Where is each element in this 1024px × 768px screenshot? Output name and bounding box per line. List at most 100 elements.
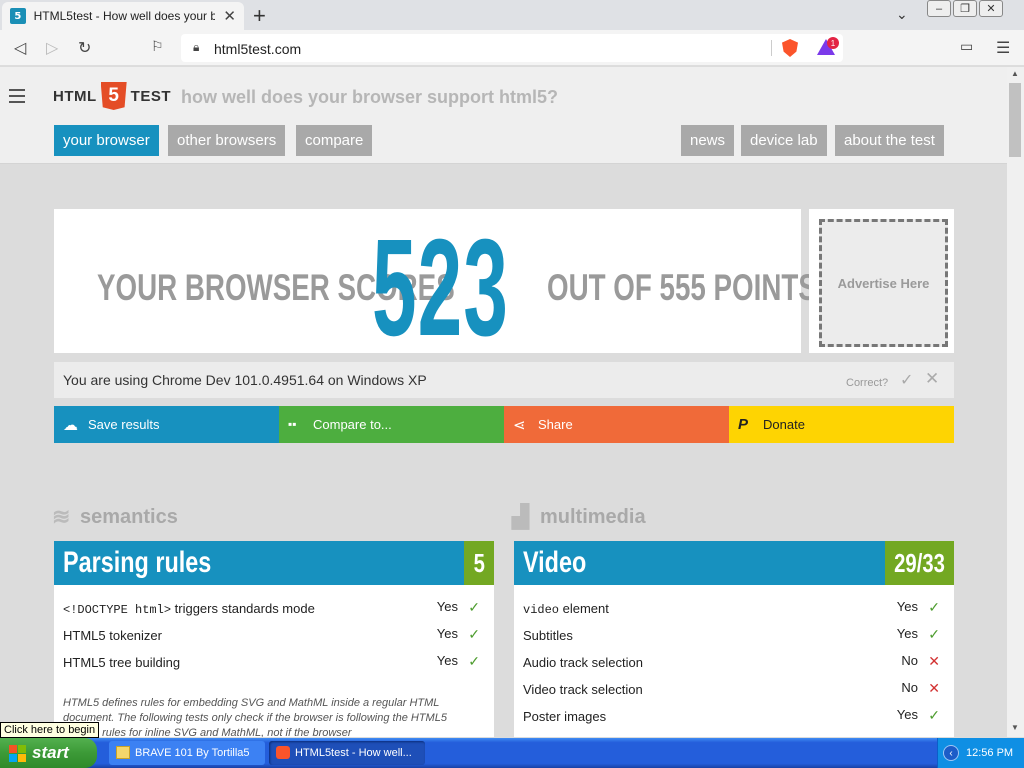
advertise-link[interactable]: Advertise Here	[819, 219, 948, 347]
score-value: 523	[372, 211, 510, 365]
brave-shields-icon[interactable]	[782, 39, 798, 57]
category-semantics: ≋ semantics	[52, 505, 178, 529]
test-result: Yes	[896, 707, 918, 722]
test-label: Subtitles	[523, 628, 573, 643]
page-scrollbar[interactable]: ▲ ▼	[1007, 67, 1024, 737]
tray-expand-icon[interactable]: ‹	[943, 745, 959, 761]
test-label: Poster images	[523, 709, 607, 724]
grid-icon: ▪▪	[288, 417, 297, 431]
nav-your-browser[interactable]: your browser	[54, 125, 159, 156]
minimize-icon[interactable]: –	[927, 0, 951, 17]
address-bar[interactable]: 🔒︎ html5test.com 1	[181, 34, 843, 62]
cloud-upload-icon: ☁	[63, 417, 78, 434]
browser-toolbar: ◁ ▷ ↻ ⚐ 🔒︎ html5test.com 1 ▭ ☰	[0, 30, 1024, 66]
new-tab-icon[interactable]: +	[253, 3, 266, 29]
divider	[771, 40, 772, 56]
test-label: Video track selection	[523, 682, 643, 697]
start-button[interactable]: start	[0, 738, 97, 768]
tab-strip: 5 HTML5test - How well does your browser…	[0, 0, 1024, 30]
section-note: HTML5 defines rules for embedding SVG an…	[63, 697, 447, 737]
test-result: Yes	[436, 599, 458, 614]
page-viewport: HTML 5 TEST how well does your browser s…	[0, 67, 1007, 737]
cross-icon: ✕	[928, 680, 940, 696]
test-label: HTML5 tree building	[63, 655, 181, 670]
taskbar-item-label: HTML5test - How well...	[295, 747, 412, 759]
rewards-badge: 1	[827, 37, 839, 49]
nav-other-browsers[interactable]: other browsers	[168, 125, 286, 156]
bookmark-icon[interactable]: ⚐	[151, 38, 164, 55]
donate-button[interactable]: P Donate	[729, 406, 954, 443]
forward-icon[interactable]: ▷	[46, 38, 58, 58]
hamburger-menu-icon[interactable]	[9, 89, 25, 107]
test-result: Yes	[436, 626, 458, 641]
site-logo[interactable]: HTML 5 TEST	[53, 82, 171, 110]
user-agent-text: You are using Chrome Dev 101.0.4951.64 o…	[63, 372, 427, 388]
restore-icon[interactable]: ❐	[953, 0, 977, 17]
clock: 12:56 PM	[966, 747, 1014, 759]
test-result: Yes	[896, 599, 918, 614]
confirm-check-icon[interactable]: ✓	[900, 370, 913, 390]
taskbar-item-browser[interactable]: HTML5test - How well...	[269, 741, 425, 765]
window-controls: – ❐ ✕	[927, 0, 1003, 17]
start-tooltip: Click here to begin	[0, 722, 100, 738]
browser-tab[interactable]: 5 HTML5test - How well does your browser…	[2, 2, 244, 30]
test-label: <!DOCTYPE html> triggers standards mode	[63, 601, 315, 617]
system-tray: ‹ 12:56 PM	[937, 738, 1024, 768]
score-suffix: OUT OF 555 POINTS	[547, 267, 817, 308]
site-header: HTML 5 TEST how well does your browser s…	[0, 67, 1007, 164]
scroll-down-icon[interactable]: ▼	[1011, 723, 1019, 732]
ad-panel: Advertise Here	[809, 209, 954, 353]
test-row: <!DOCTYPE html> triggers standards mode …	[54, 595, 494, 622]
test-row: Poster images Yes ✓	[514, 703, 954, 730]
scroll-up-icon[interactable]: ▲	[1011, 69, 1019, 78]
layers-icon: ≋	[52, 504, 71, 529]
nav-about-the-test[interactable]: about the test	[835, 125, 944, 156]
section-header[interactable]: Video 29/33	[514, 541, 954, 585]
section-body: <!DOCTYPE html> triggers standards mode …	[54, 585, 494, 737]
check-icon: ✓	[468, 599, 480, 615]
url-text: html5test.com	[214, 41, 302, 57]
tab-search-chevron-icon[interactable]: ⌄	[896, 6, 908, 23]
close-window-icon[interactable]: ✕	[979, 0, 1003, 17]
reject-x-icon[interactable]: ✕	[925, 369, 939, 389]
test-row: video element Yes ✓	[514, 595, 954, 622]
check-icon: ✓	[928, 599, 940, 615]
tab-title: HTML5test - How well does your browser s…	[33, 9, 216, 23]
nav-device-lab[interactable]: device lab	[741, 125, 827, 156]
taskbar-item-label: BRAVE 101 By Tortilla5	[135, 747, 250, 759]
clapperboard-icon: ▟	[512, 504, 529, 529]
score-panel: YOUR BROWSER SCORES 523 OUT OF 555 POINT…	[54, 209, 817, 365]
compare-to-button[interactable]: ▪▪ Compare to...	[279, 406, 504, 443]
taskbar-item-folder[interactable]: BRAVE 101 By Tortilla5	[109, 741, 265, 765]
test-row: HTML5 tree building Yes ✓	[54, 649, 494, 676]
reload-icon[interactable]: ↻	[78, 38, 91, 58]
section-score: 29/33	[885, 541, 954, 585]
back-icon[interactable]: ◁	[14, 38, 26, 58]
close-tab-icon[interactable]: ✕	[223, 7, 236, 25]
nav-compare[interactable]: compare	[296, 125, 373, 156]
user-agent-bar: You are using Chrome Dev 101.0.4951.64 o…	[54, 362, 954, 398]
test-label: video element	[523, 601, 609, 617]
section-parsing-rules: Parsing rules 5 <!DOCTYPE html> triggers…	[54, 541, 494, 737]
share-button[interactable]: ⋖ Share	[504, 406, 729, 443]
test-result: No	[901, 680, 918, 695]
section-header[interactable]: Parsing rules 5	[54, 541, 494, 585]
wallet-icon[interactable]: ▭	[960, 38, 973, 55]
html5-favicon-icon: 5	[10, 8, 26, 24]
category-multimedia: ▟ multimedia	[512, 505, 646, 529]
nav-news[interactable]: news	[681, 125, 735, 156]
logo-text-left: HTML	[53, 87, 97, 105]
folder-icon	[116, 746, 130, 759]
menu-icon[interactable]: ☰	[996, 38, 1010, 58]
check-icon: ✓	[928, 707, 940, 723]
test-label: HTML5 tokenizer	[63, 628, 162, 643]
test-row: Subtitles Yes ✓	[514, 622, 954, 649]
scroll-thumb[interactable]	[1009, 83, 1021, 157]
logo-text-right: TEST	[130, 87, 171, 105]
save-results-button[interactable]: ☁ Save results	[54, 406, 279, 443]
test-row: HTML5 tokenizer Yes ✓	[54, 622, 494, 649]
windows-flag-icon	[9, 745, 26, 762]
section-video: Video 29/33 video element Yes ✓ Subtitle…	[514, 541, 954, 737]
section-title: Video	[514, 541, 885, 585]
paypal-icon: P	[738, 416, 749, 433]
